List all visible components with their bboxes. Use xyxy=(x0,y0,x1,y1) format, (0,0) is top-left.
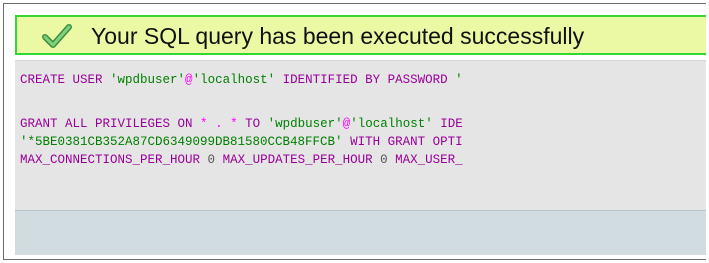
sql-line: GRANT ALL PRIVILEGES ON * . * TO 'wpdbus… xyxy=(20,116,463,132)
sql-keyword: MAX_UPDATES_PER_HOUR xyxy=(222,153,373,167)
sql-line: MAX_CONNECTIONS_PER_HOUR 0 MAX_UPDATES_P… xyxy=(20,152,463,168)
sql-line: CREATE USER 'wpdbuser'@'localhost' IDENT… xyxy=(20,72,463,88)
sql-query-box[interactable]: CREATE USER 'wpdbuser'@'localhost' IDENT… xyxy=(15,60,706,211)
sql-keyword: WITH GRANT OPTI xyxy=(350,135,463,149)
sql-keyword: IDENTIFIED BY PASSWORD xyxy=(282,73,448,87)
query-result-panel: Your SQL query has been executed success… xyxy=(3,3,706,260)
sql-keyword: MAX_CONNECTIONS_PER_HOUR xyxy=(20,153,201,167)
checkmark-icon xyxy=(42,24,72,48)
sql-number: 0 xyxy=(380,153,388,167)
query-actions-bar xyxy=(15,210,706,255)
sql-keyword: GRANT ALL PRIVILEGES ON xyxy=(20,117,193,131)
sql-keyword: MAX_USER_ xyxy=(395,153,463,167)
success-message: Your SQL query has been executed success… xyxy=(15,15,706,55)
sql-string: ' xyxy=(455,73,463,87)
sql-string: 'wpdbuser' xyxy=(267,117,343,131)
sql-keyword: IDE xyxy=(440,117,463,131)
sql-string: '*5BE0381CB352A87CD6349099DB81580CCB48FF… xyxy=(20,135,343,149)
sql-number: 0 xyxy=(207,153,216,167)
sql-string: 'wpdbuser' xyxy=(110,73,186,87)
sql-operator: . xyxy=(215,117,223,131)
sql-keyword: TO xyxy=(245,117,261,131)
sql-string: 'localhost' xyxy=(192,73,276,87)
sql-keyword: CREATE USER xyxy=(20,73,103,87)
sql-string: 'localhost' xyxy=(350,117,433,131)
sql-operator: @ xyxy=(185,73,193,87)
sql-operator: * xyxy=(230,117,238,131)
sql-operator: * xyxy=(200,117,208,131)
sql-line: '*5BE0381CB352A87CD6349099DB81580CCB48FF… xyxy=(20,134,463,150)
success-message-text: Your SQL query has been executed success… xyxy=(91,23,585,49)
